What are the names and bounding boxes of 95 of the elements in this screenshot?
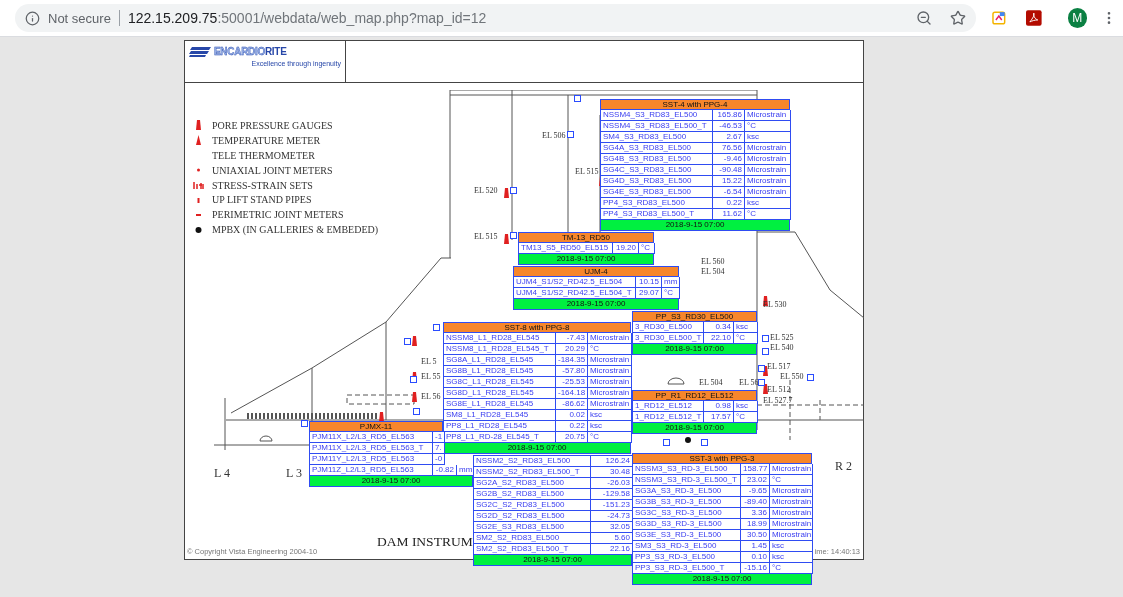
extension-icon[interactable]	[992, 11, 1006, 25]
map-marker[interactable]	[413, 408, 420, 415]
map-marker[interactable]	[301, 420, 308, 427]
legend-label: UNIAXIAL JOINT METERS	[212, 164, 333, 176]
security-label: Not secure	[48, 10, 111, 26]
popup-title: UJM-4	[513, 266, 679, 277]
popup-title: PP_R1_RD12_EL512	[632, 390, 757, 401]
elevation-label: EL 5	[421, 358, 437, 366]
profile-avatar[interactable]: M	[1067, 8, 1087, 28]
elevation-label: EL 506	[542, 132, 566, 140]
elevation-label: EL 560	[701, 258, 725, 266]
popup-timestamp: 2018-9-15 07:00	[632, 344, 757, 355]
popup-title: PJMX-11	[309, 421, 443, 432]
unit-cell: ksc	[745, 132, 791, 143]
elevation-label: EL 55	[421, 373, 441, 381]
popup-timestamp: 2018-9-15 07:00	[309, 476, 473, 487]
elevation-label: EL 56	[421, 393, 441, 401]
elevation-label: EL 520	[474, 187, 498, 195]
popup-timestamp: 2018-9-15 07:00	[632, 423, 757, 434]
unit-cell: °C	[588, 432, 632, 443]
unit-cell: °C	[734, 333, 758, 344]
map-marker[interactable]	[762, 348, 769, 355]
unit-cell: ksc	[734, 401, 758, 412]
popup-timestamp: 2018-9-15 07:00	[518, 254, 654, 265]
url-text: 122.15.209.75:50001/webdata/web_map.php?map_id=12	[127, 10, 488, 26]
map-marker[interactable]	[433, 324, 440, 331]
elevation-label: EL 550	[780, 373, 804, 381]
elevation-label: EL 517	[767, 363, 791, 371]
unit-cell: °C	[639, 243, 655, 254]
info-icon[interactable]	[25, 10, 40, 26]
unit-cell: °C	[745, 121, 791, 132]
unit-cell: ksc	[770, 541, 813, 552]
legend-label: PORE PRESSURE GAUGES	[212, 119, 333, 131]
map-marker[interactable]	[574, 95, 581, 102]
elevation-label: EL 512	[767, 386, 791, 394]
unit-cell: ksc	[770, 552, 813, 563]
map-marker[interactable]	[663, 439, 670, 446]
legend-label: TEMPERATURE METER	[212, 134, 321, 146]
unit-cell: °C	[662, 288, 680, 299]
logo-wordmark: ENCARDIORITE	[214, 46, 287, 57]
unit-cell: °C	[588, 344, 632, 355]
elevation-label: EL 515	[575, 168, 599, 176]
elevation-label: EL 56	[739, 379, 759, 387]
unit-cell: °C	[770, 475, 813, 486]
popup-title: SST-8 with PPG-8	[443, 322, 631, 333]
map-marker[interactable]	[758, 379, 765, 386]
unit-cell: ksc	[588, 421, 632, 432]
elevation-label: EL 540	[770, 344, 794, 352]
map-marker[interactable]	[567, 131, 574, 138]
legend-label: UP LIFT STAND PIPES	[212, 194, 312, 206]
map-marker[interactable]	[807, 374, 814, 381]
logo-icon	[189, 46, 211, 57]
address-bar[interactable]: Not secure 122.15.209.75:50001/webdata/web_map.php?map_id=12	[15, 4, 977, 32]
popup-timestamp: 2018-9-15 07:00	[443, 443, 631, 454]
popup-title: SST-3 with PPG-3	[632, 453, 812, 464]
reading-cell: -1	[433, 432, 446, 443]
unit-cell: °C	[734, 412, 758, 423]
section-label: R 2	[835, 460, 852, 472]
map-marker[interactable]	[510, 232, 517, 239]
popup-title: PP_S3_RD30_EL500	[632, 311, 757, 322]
legend-label: MPBX (IN GALLERIES & EMBEDED)	[212, 224, 379, 236]
elevation-label: EL 515	[474, 233, 498, 241]
legend-label: STRESS-STRAIN SETS	[212, 179, 313, 191]
map-marker[interactable]	[404, 338, 411, 345]
zoom-out-icon[interactable]	[916, 10, 933, 26]
drawing-title: DAM INSTRUM	[377, 534, 473, 550]
unit-cell: °C	[770, 563, 813, 574]
legend-label: PERIMETRIC JOINT METERS	[212, 209, 344, 221]
section-label: L 3	[286, 467, 302, 479]
elevation-label: EL 525	[770, 334, 794, 342]
map-marker[interactable]	[762, 335, 769, 342]
popup-title: TM-13_RD50	[518, 232, 654, 243]
map-marker[interactable]	[410, 376, 417, 383]
popup-timestamp: 2018-9-15 07:00	[513, 299, 679, 310]
unit-cell: ksc	[734, 322, 758, 333]
pdf-icon[interactable]	[1025, 10, 1042, 26]
legend-symbol-icon	[192, 179, 205, 191]
legend-label: TELE THERMOMETER	[212, 149, 315, 161]
reading-cell: 7.	[433, 443, 445, 454]
star-icon[interactable]	[950, 10, 967, 26]
popup-title: SST-4 with PPG-4	[600, 99, 790, 110]
map-marker[interactable]	[510, 187, 517, 194]
section-label: L 4	[214, 467, 230, 479]
map-marker[interactable]	[701, 439, 708, 446]
elevation-label: EL 527.7	[763, 397, 793, 405]
unit-cell: ksc	[588, 410, 632, 421]
popup-timestamp: 2018-9-15 07:00	[600, 220, 790, 231]
unit-cell: °C	[745, 209, 791, 220]
unit-cell: ksc	[745, 198, 791, 209]
elevation-label: EL 504	[699, 379, 723, 387]
elevation-label: EL 504	[701, 268, 725, 276]
elevation-label: EL 530	[763, 301, 787, 309]
popup-timestamp: 2018-9-15 07:00	[632, 574, 812, 585]
map-marker[interactable]	[758, 365, 765, 372]
popup-timestamp: 2018-9-15 07:00	[473, 555, 632, 566]
